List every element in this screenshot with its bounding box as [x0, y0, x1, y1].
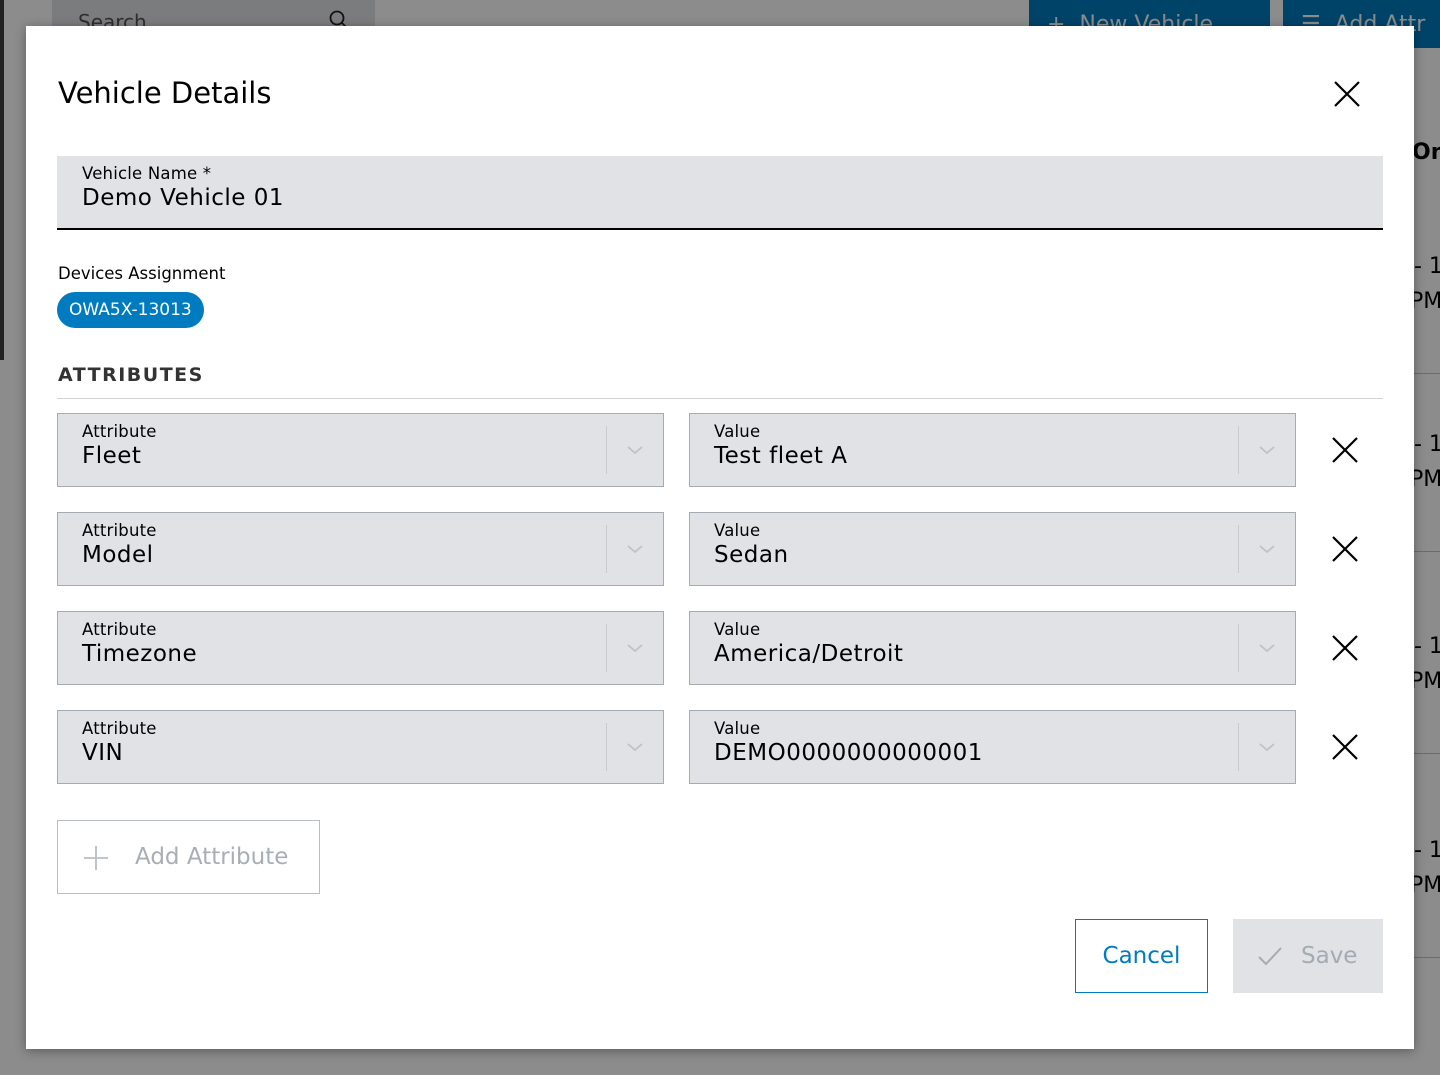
chevron-down-icon	[627, 446, 643, 455]
remove-attribute-button[interactable]	[1327, 729, 1363, 765]
attributes-heading: ATTRIBUTES	[58, 364, 204, 386]
value-label: Value	[714, 719, 761, 738]
devices-assignment-label: Devices Assignment	[58, 264, 226, 283]
attribute-row: Attribute Fleet Value Test fleet A	[57, 413, 1383, 487]
chevron-down-icon	[1259, 446, 1275, 455]
chevron-down-icon	[627, 644, 643, 653]
value-label: Value	[714, 620, 761, 639]
device-chip[interactable]: OWA5X-13013	[57, 292, 204, 328]
attribute-select[interactable]: Attribute VIN	[57, 710, 664, 784]
vehicle-details-dialog: Vehicle Details Vehicle Name * Demo Vehi…	[26, 26, 1414, 1049]
close-icon	[1332, 536, 1358, 562]
divider	[1238, 723, 1239, 771]
chevron-down-icon	[627, 743, 643, 752]
vehicle-name-field[interactable]: Vehicle Name * Demo Vehicle 01	[57, 156, 1383, 230]
attribute-row: Attribute Model Value Sedan	[57, 512, 1383, 586]
vehicle-name-input[interactable]: Demo Vehicle 01	[82, 185, 1358, 211]
attribute-row: Attribute Timezone Value America/Detroit	[57, 611, 1383, 685]
add-attribute-label: Add Attribute	[135, 844, 289, 870]
close-icon	[1332, 437, 1358, 463]
dialog-title: Vehicle Details	[58, 76, 272, 110]
value-select[interactable]: Value DEMO0000000000001	[689, 710, 1296, 784]
chevron-down-icon	[1259, 743, 1275, 752]
attribute-label: Attribute	[82, 719, 157, 738]
value-label: Value	[714, 521, 761, 540]
remove-attribute-button[interactable]	[1327, 432, 1363, 468]
value-value: America/Detroit	[714, 641, 904, 667]
value-value: Sedan	[714, 542, 789, 568]
attribute-value: Timezone	[82, 641, 198, 667]
attribute-row: Attribute VIN Value DEMO0000000000001	[57, 710, 1383, 784]
divider	[1238, 525, 1239, 573]
check-icon	[1258, 947, 1282, 966]
attribute-value: VIN	[82, 740, 124, 766]
value-value: Test fleet A	[714, 443, 848, 469]
attribute-value: Model	[82, 542, 154, 568]
value-value: DEMO0000000000001	[714, 740, 983, 766]
attribute-select[interactable]: Attribute Model	[57, 512, 664, 586]
attribute-label: Attribute	[82, 422, 157, 441]
divider	[606, 426, 607, 474]
close-icon	[1332, 734, 1358, 760]
vehicle-name-label: Vehicle Name *	[82, 164, 212, 183]
value-select[interactable]: Value America/Detroit	[689, 611, 1296, 685]
attribute-select[interactable]: Attribute Fleet	[57, 413, 664, 487]
plus-icon	[84, 846, 108, 870]
remove-attribute-button[interactable]	[1327, 531, 1363, 567]
attribute-label: Attribute	[82, 620, 157, 639]
chevron-down-icon	[1259, 644, 1275, 653]
remove-attribute-button[interactable]	[1327, 630, 1363, 666]
attribute-label: Attribute	[82, 521, 157, 540]
value-select[interactable]: Value Test fleet A	[689, 413, 1296, 487]
close-dialog-button[interactable]	[1329, 76, 1365, 112]
divider	[1238, 624, 1239, 672]
close-icon	[1334, 81, 1360, 107]
attribute-select[interactable]: Attribute Timezone	[57, 611, 664, 685]
value-select[interactable]: Value Sedan	[689, 512, 1296, 586]
chevron-down-icon	[627, 545, 643, 554]
close-icon	[1332, 635, 1358, 661]
divider	[606, 723, 607, 771]
divider	[57, 398, 1383, 399]
divider	[606, 525, 607, 573]
attribute-value: Fleet	[82, 443, 142, 469]
save-label: Save	[1301, 943, 1358, 969]
divider	[606, 624, 607, 672]
add-attribute-button[interactable]: Add Attribute	[57, 820, 320, 894]
chevron-down-icon	[1259, 545, 1275, 554]
cancel-button[interactable]: Cancel	[1075, 919, 1208, 993]
value-label: Value	[714, 422, 761, 441]
divider	[1238, 426, 1239, 474]
save-button[interactable]: Save	[1233, 919, 1383, 993]
